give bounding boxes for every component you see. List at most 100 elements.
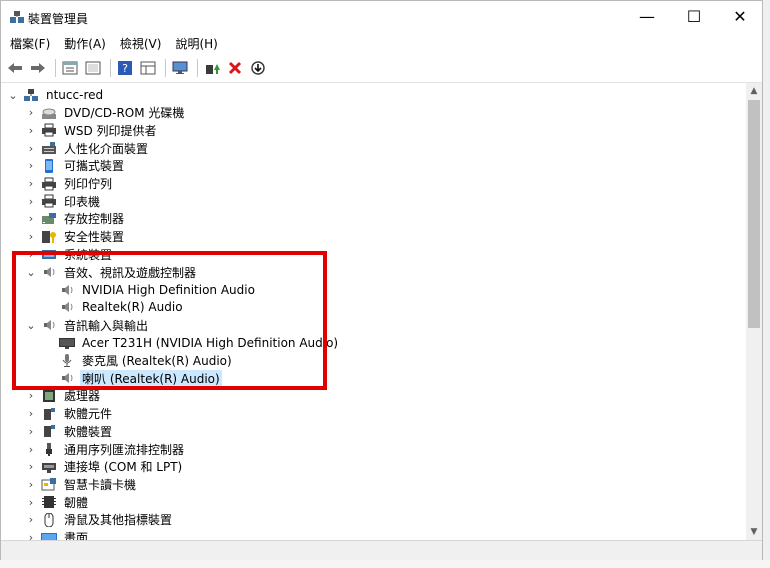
tree-node-label: 安全性裝置 (64, 230, 125, 245)
chevron-right-icon[interactable]: › (25, 440, 37, 458)
tree-node[interactable]: › 存放控制器 (25, 210, 126, 228)
tree-node[interactable]: › 連接埠 (COM 和 LPT) (25, 458, 184, 476)
display-icon (41, 531, 57, 540)
chevron-right-icon[interactable]: › (25, 228, 37, 246)
chevron-down-icon[interactable]: ⌄ (7, 86, 19, 104)
chevron-right-icon[interactable]: › (25, 192, 37, 210)
close-button[interactable]: ✕ (717, 1, 763, 32)
chevron-right-icon[interactable]: › (25, 422, 37, 440)
window-title: 裝置管理員 (28, 12, 89, 26)
menu-help[interactable]: 說明(H) (170, 33, 222, 54)
update-driver-icon[interactable] (202, 58, 222, 78)
tree-node[interactable]: ⌄ ntucc-red (7, 86, 105, 104)
cpu-icon (41, 389, 57, 403)
mouse-icon (41, 512, 57, 527)
tree-node-label: 通用序列匯流排控制器 (64, 442, 185, 457)
status-bar (1, 540, 762, 561)
tree-node-label: 軟體裝置 (64, 424, 113, 439)
smartcard-icon (41, 477, 57, 491)
chevron-right-icon[interactable]: › (25, 175, 37, 193)
chevron-right-icon[interactable]: › (25, 210, 37, 228)
tree-node-label: 存放控制器 (64, 212, 125, 227)
view-icon[interactable] (138, 58, 158, 78)
tree-node-label: 人性化介面裝置 (64, 141, 149, 156)
chevron-right-icon[interactable]: › (25, 157, 37, 175)
tree-node[interactable]: › 軟體元件 (25, 405, 114, 423)
tree-node-label: 軟體元件 (64, 407, 113, 422)
tree-node-label: 畫面 (64, 531, 89, 540)
menu-action[interactable]: 動作(A) (59, 33, 111, 54)
software-icon (41, 407, 57, 421)
computer-icon (23, 88, 39, 102)
tree-node[interactable]: › 畫面 (25, 529, 90, 540)
tree-node[interactable]: › 通用序列匯流排控制器 (25, 440, 186, 458)
tree-node[interactable]: › 滑鼠及其他指標裝置 (25, 511, 174, 529)
chevron-right-icon[interactable]: › (25, 529, 37, 540)
security-icon (41, 230, 57, 244)
usb-icon (41, 442, 57, 456)
tree-node-label: 智慧卡讀卡機 (64, 477, 137, 492)
chevron-right-icon[interactable]: › (25, 493, 37, 511)
chevron-right-icon[interactable]: › (25, 511, 37, 529)
storage-icon (41, 212, 57, 226)
tree-node[interactable]: › 安全性裝置 (25, 228, 126, 246)
toolbar-separator (55, 59, 56, 77)
chevron-right-icon[interactable]: › (25, 121, 37, 139)
toolbar-separator (110, 59, 111, 77)
maximize-button[interactable]: ☐ (671, 1, 717, 32)
printer-icon (41, 123, 57, 137)
printer-icon (41, 194, 57, 208)
tree-node[interactable]: › 軟體裝置 (25, 422, 114, 440)
tree-node-label: 列印佇列 (64, 177, 113, 191)
properties-icon[interactable] (60, 58, 80, 78)
toolbar-separator (197, 59, 198, 77)
menu-bar: 檔案(F) 動作(A) 檢視(V) 說明(H) (1, 32, 762, 54)
back-icon[interactable] (5, 58, 25, 78)
hid-icon (41, 141, 57, 155)
chevron-right-icon[interactable]: › (25, 139, 37, 157)
tree-node-label: WSD 列印提供者 (64, 123, 157, 138)
help-icon[interactable]: ? (115, 58, 135, 78)
tree-node[interactable]: › DVD/CD-ROM 光碟機 (25, 104, 186, 122)
tree-node[interactable]: › 人性化介面裝置 (25, 139, 150, 157)
svg-text:?: ? (122, 62, 128, 75)
tree-node[interactable]: › 印表機 (25, 192, 102, 210)
tree-node-label: DVD/CD-ROM 光碟機 (64, 106, 185, 121)
firmware-icon (41, 495, 57, 509)
toolbar: ? (1, 54, 762, 83)
forward-icon[interactable] (28, 58, 48, 78)
device-manager-icon (10, 11, 24, 23)
scroll-down-icon[interactable]: ▼ (746, 524, 762, 540)
uninstall-icon[interactable] (225, 58, 245, 78)
dvd-icon (41, 106, 57, 120)
scan-icon[interactable] (248, 58, 268, 78)
red-highlight-annotation (12, 251, 327, 390)
title-bar: 裝置管理員 — ☐ ✕ (1, 1, 762, 32)
monitor-icon[interactable] (170, 58, 190, 78)
tree-node[interactable]: › 列印佇列 (25, 175, 114, 193)
printer-icon (41, 177, 57, 191)
tree-node-label: ntucc-red (46, 88, 104, 102)
tree-node-label: 可攜式裝置 (64, 159, 125, 174)
tree-node[interactable]: › 韌體 (25, 493, 90, 511)
menu-view[interactable]: 檢視(V) (115, 33, 167, 54)
show-hide-icon[interactable] (83, 58, 103, 78)
tree-node-label: 滑鼠及其他指標裝置 (64, 513, 173, 528)
tree-node-label: 連接埠 (COM 和 LPT) (64, 460, 183, 475)
chevron-right-icon[interactable]: › (25, 475, 37, 493)
menu-file[interactable]: 檔案(F) (5, 33, 55, 54)
scroll-thumb[interactable] (748, 100, 760, 328)
tree-node-label: 韌體 (64, 495, 89, 510)
tree-node[interactable]: › WSD 列印提供者 (25, 121, 159, 139)
software-icon (41, 424, 57, 438)
minimize-button[interactable]: — (624, 1, 670, 32)
tree-node[interactable]: › 可攜式裝置 (25, 157, 126, 175)
scroll-up-icon[interactable]: ▲ (746, 83, 762, 99)
port-icon (41, 460, 57, 474)
vertical-scrollbar[interactable]: ▲ ▼ (746, 83, 762, 540)
toolbar-separator (165, 59, 166, 77)
chevron-right-icon[interactable]: › (25, 458, 37, 476)
chevron-right-icon[interactable]: › (25, 104, 37, 122)
tree-node[interactable]: › 智慧卡讀卡機 (25, 475, 138, 493)
chevron-right-icon[interactable]: › (25, 405, 37, 423)
